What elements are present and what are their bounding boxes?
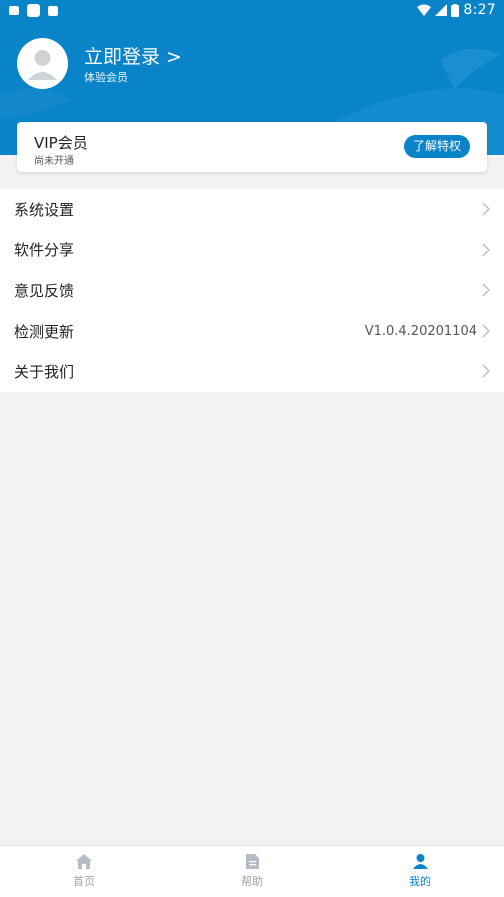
tab-home[interactable]: 首页 xyxy=(0,846,168,897)
person-icon xyxy=(412,854,428,869)
chevron-right-icon xyxy=(482,364,490,378)
tab-mine[interactable]: 我的 xyxy=(336,846,504,897)
chevron-right-icon xyxy=(482,324,490,338)
menu-item-about[interactable]: 关于我们 xyxy=(0,351,504,392)
member-type: 体验会员 xyxy=(84,71,128,84)
chevron-right-icon xyxy=(482,283,490,297)
tab-help[interactable]: 帮助 xyxy=(168,846,336,897)
version-value: V1.0.4.20201104 xyxy=(364,323,477,339)
menu-item-feedback[interactable]: 意见反馈 xyxy=(0,270,504,311)
avatar[interactable] xyxy=(17,38,68,89)
tab-label: 帮助 xyxy=(241,875,263,888)
menu-item-label: 关于我们 xyxy=(14,363,75,382)
menu-item-system-settings[interactable]: 系统设置 xyxy=(0,189,504,230)
notification-icon xyxy=(9,6,19,15)
bottom-tab-bar: 首页 帮助 我的 xyxy=(0,845,504,897)
login-link[interactable]: 立即登录 > xyxy=(84,42,182,69)
font-notification-icon xyxy=(48,5,58,16)
menu-item-share[interactable]: 软件分享 xyxy=(0,230,504,271)
settings-menu: 系统设置 软件分享 意见反馈 检测更新 V1.0.4.20201104 关于我们 xyxy=(0,189,504,392)
menu-item-check-update[interactable]: 检测更新 V1.0.4.20201104 xyxy=(0,311,504,352)
home-icon xyxy=(76,854,92,869)
battery-icon xyxy=(451,3,460,17)
menu-item-label: 系统设置 xyxy=(14,200,75,219)
document-icon xyxy=(245,854,259,869)
vip-privileges-button[interactable]: 了解特权 xyxy=(403,135,470,158)
menu-item-label: 检测更新 xyxy=(14,322,75,341)
avatar-placeholder-icon xyxy=(28,50,57,80)
status-bar: 8:27 xyxy=(0,0,504,24)
tab-label: 首页 xyxy=(73,875,95,888)
menu-item-label: 软件分享 xyxy=(14,241,75,260)
signal-icon xyxy=(435,4,448,16)
vip-title: VIP会员 xyxy=(34,134,88,152)
chevron-right-icon xyxy=(482,243,490,257)
wifi-icon xyxy=(417,4,432,16)
vip-card[interactable]: VIP会员 尚未开通 了解特权 xyxy=(17,122,487,172)
vip-status: 尚未开通 xyxy=(34,156,74,167)
menu-item-label: 意见反馈 xyxy=(14,281,75,300)
clock: 8:27 xyxy=(463,2,496,18)
chevron-right-icon xyxy=(482,202,490,216)
app-notification-icon xyxy=(27,4,40,17)
tab-label: 我的 xyxy=(409,875,431,888)
